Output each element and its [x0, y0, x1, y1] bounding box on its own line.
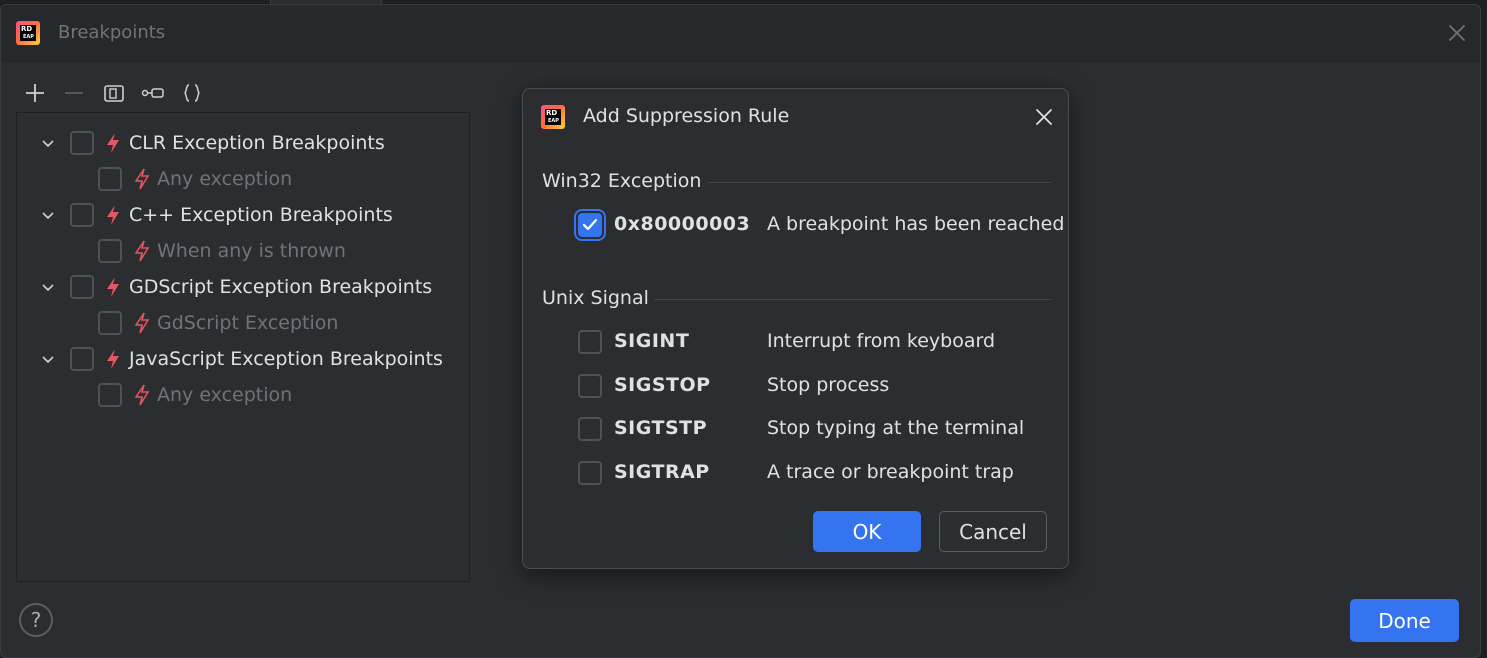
chevron-down-icon[interactable]: [40, 136, 56, 152]
tree-group-label: JavaScript Exception Breakpoints: [129, 348, 443, 370]
checkbox[interactable]: [98, 167, 122, 191]
logo-text-bottom: EAP: [23, 34, 34, 40]
exception-code: 0x80000003: [614, 213, 751, 235]
logo-text-bottom: EAP: [548, 118, 559, 124]
cancel-button[interactable]: Cancel: [939, 511, 1047, 552]
tree-item-label: Any exception: [157, 384, 293, 406]
link-button[interactable]: [141, 81, 165, 105]
lightning-bolt-outline-icon: [134, 240, 150, 262]
tree-group-label: C++ Exception Breakpoints: [129, 204, 393, 226]
done-button[interactable]: Done: [1350, 599, 1459, 642]
tree-row-gdscript-child[interactable]: GdScript Exception: [17, 308, 469, 338]
chevron-down-icon[interactable]: [40, 208, 56, 224]
title-bar: RD EAP Breakpoints: [1, 5, 1480, 63]
unix-checkbox-sigtstp[interactable]: [578, 417, 602, 441]
tree-row-clr-child[interactable]: Any exception: [17, 164, 469, 194]
tree-row-javascript[interactable]: JavaScript Exception Breakpoints: [17, 344, 469, 374]
group-icon: [104, 85, 124, 102]
dialog-close-button[interactable]: [1032, 105, 1056, 129]
add-button[interactable]: [23, 81, 47, 105]
remove-button[interactable]: [62, 81, 86, 105]
tree-item-label: GdScript Exception: [157, 312, 339, 334]
lightning-bolt-icon: [107, 205, 119, 225]
signal-code: SIGTRAP: [614, 461, 710, 483]
unix-checkbox-sigtrap[interactable]: [578, 461, 602, 485]
signal-description: Stop process: [767, 374, 890, 396]
tree-row-gdscript[interactable]: GDScript Exception Breakpoints: [17, 272, 469, 302]
window-title: Breakpoints: [58, 22, 166, 43]
signal-code: SIGINT: [614, 330, 690, 352]
checkbox[interactable]: [98, 239, 122, 263]
exception-description: A breakpoint has been reached: [767, 213, 1065, 235]
checkbox[interactable]: [70, 131, 94, 155]
chevron-down-icon[interactable]: [40, 352, 56, 368]
window-close-button[interactable]: [1445, 21, 1469, 45]
help-button[interactable]: ?: [19, 603, 53, 637]
tree-row-cpp-child[interactable]: When any is thrown: [17, 236, 469, 266]
checkbox[interactable]: [70, 203, 94, 227]
checkbox[interactable]: [98, 311, 122, 335]
add-suppression-rule-dialog: RD EAP Add Suppression Rule Win32 Except…: [522, 88, 1069, 569]
checkbox[interactable]: [98, 383, 122, 407]
checkbox[interactable]: [70, 347, 94, 371]
section-divider: [654, 299, 1051, 300]
tree-group-label: GDScript Exception Breakpoints: [129, 276, 433, 298]
signal-description: Stop typing at the terminal: [767, 417, 1025, 439]
tree-item-label: Any exception: [157, 168, 293, 190]
lightning-bolt-outline-icon: [134, 312, 150, 334]
section-divider: [708, 182, 1051, 183]
signal-code: SIGSTOP: [614, 374, 711, 396]
tree-row-clr[interactable]: CLR Exception Breakpoints: [17, 128, 469, 158]
dialog-title: Add Suppression Rule: [583, 105, 790, 127]
plus-icon: [26, 84, 44, 102]
tree-row-cpp[interactable]: C++ Exception Breakpoints: [17, 200, 469, 230]
rider-logo-icon: RD EAP: [16, 21, 40, 45]
lightning-bolt-icon: [107, 277, 119, 297]
chevron-down-icon[interactable]: [40, 280, 56, 296]
ok-button[interactable]: OK: [813, 511, 921, 552]
win32-checkbox-0x80000003[interactable]: [578, 213, 602, 237]
breakpoints-tree: CLR Exception Breakpoints Any exception …: [16, 112, 470, 582]
close-icon: [1036, 109, 1052, 125]
checkbox[interactable]: [70, 275, 94, 299]
braces-icon: [184, 84, 200, 102]
logo-text-top: RD: [546, 109, 558, 117]
signal-code: SIGTSTP: [614, 417, 708, 439]
tree-group-label: CLR Exception Breakpoints: [129, 132, 385, 154]
group-button[interactable]: [102, 81, 126, 105]
lightning-bolt-icon: [107, 349, 119, 369]
signal-description: A trace or breakpoint trap: [767, 461, 1014, 483]
unix-checkbox-sigint[interactable]: [578, 330, 602, 354]
rider-logo-icon: RD EAP: [541, 105, 565, 129]
tree-row-javascript-child[interactable]: Any exception: [17, 380, 469, 410]
signal-description: Interrupt from keyboard: [767, 330, 996, 352]
braces-button[interactable]: [180, 81, 204, 105]
logo-text-top: RD: [21, 25, 33, 33]
win32-section-title: Win32 Exception: [542, 170, 702, 192]
close-icon: [1449, 25, 1465, 41]
checkmark-icon: [582, 218, 598, 231]
lightning-bolt-icon: [107, 133, 119, 153]
lightning-bolt-outline-icon: [134, 168, 150, 190]
tree-item-label: When any is thrown: [157, 240, 346, 262]
minus-icon: [65, 92, 83, 94]
unix-section-title: Unix Signal: [542, 287, 649, 309]
lightning-bolt-outline-icon: [134, 384, 150, 406]
unix-checkbox-sigstop[interactable]: [578, 374, 602, 398]
link-icon: [141, 88, 164, 98]
